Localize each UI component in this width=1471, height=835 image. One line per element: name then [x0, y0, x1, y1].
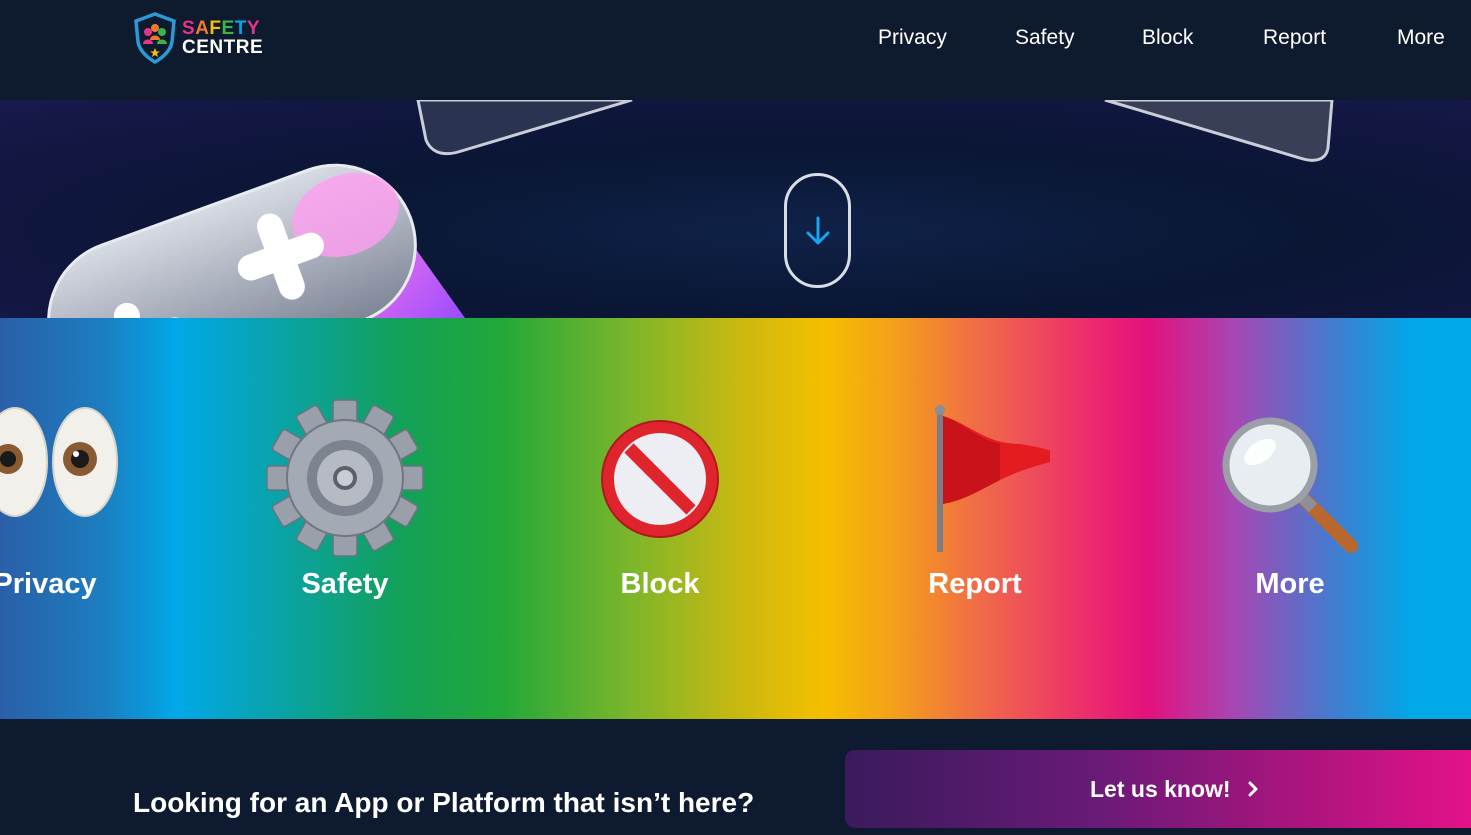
missing-app-section: Looking for an App or Platform that isn’… [0, 719, 1471, 835]
nav-link-report[interactable]: Report [1263, 26, 1326, 50]
category-report[interactable]: Report [855, 318, 1095, 719]
floating-device-right [1104, 100, 1334, 162]
category-privacy[interactable]: Privacy [0, 318, 165, 719]
category-more[interactable]: More [1170, 318, 1410, 719]
nav-link-more[interactable]: More [1397, 26, 1445, 50]
nav-link-safety[interactable]: Safety [1015, 26, 1075, 50]
site-header: SAFETY CENTRE Privacy Safety Block Repor… [0, 0, 1471, 100]
floating-device-left [416, 100, 633, 156]
magnifying-glass-icon [1222, 417, 1358, 553]
missing-app-question: Looking for an App or Platform that isn’… [133, 787, 755, 818]
no-entry-icon [601, 420, 719, 538]
let-us-know-button[interactable]: Let us know! [845, 750, 1471, 828]
eyes-icon [0, 407, 118, 517]
category-label-safety: Safety [301, 568, 389, 600]
scroll-down-button[interactable] [784, 173, 851, 288]
category-label-more: More [1255, 568, 1325, 600]
category-safety[interactable]: Safety [225, 318, 465, 719]
category-label-report: Report [928, 568, 1022, 600]
main-nav: Privacy Safety Block Report More [0, 24, 1471, 54]
arrow-down-icon [806, 216, 829, 244]
category-label-privacy: Privacy [0, 568, 97, 600]
chevron-right-icon [1248, 781, 1258, 797]
category-block[interactable]: Block [540, 318, 780, 719]
hero-banner [0, 100, 1471, 318]
category-label-block: Block [620, 568, 700, 600]
hero-illustration [47, 100, 1334, 318]
page: SAFETY CENTRE Privacy Safety Block Repor… [0, 0, 1471, 835]
game-controller-icon [47, 163, 417, 318]
gear-icon [266, 399, 424, 557]
nav-link-privacy[interactable]: Privacy [878, 26, 947, 50]
nav-link-block[interactable]: Block [1142, 26, 1193, 50]
let-us-know-label: Let us know! [1090, 775, 1231, 802]
red-flag-icon [935, 405, 1050, 552]
category-band: Privacy Safety Block Report More [0, 318, 1471, 719]
